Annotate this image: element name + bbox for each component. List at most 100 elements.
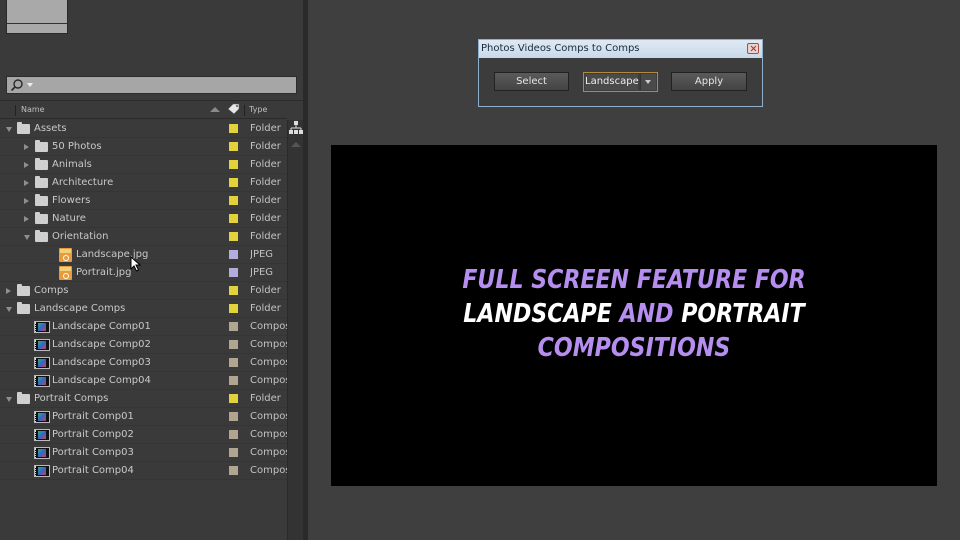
project-item-comp[interactable]: Portrait Comp03 Composition: [0, 444, 287, 462]
orientation-dropdown[interactable]: Landscape: [583, 72, 658, 92]
composition-text-line: LANDSCAPE AND PORTRAIT: [376, 297, 891, 331]
twirl-collapsed-icon[interactable]: [24, 216, 29, 222]
composition-icon: [34, 429, 50, 441]
image-file-icon: [59, 248, 72, 262]
apply-button[interactable]: Apply: [671, 72, 747, 91]
twirl-collapsed-icon[interactable]: [24, 162, 29, 168]
label-color-swatch[interactable]: [229, 430, 238, 439]
label-color-swatch[interactable]: [229, 268, 238, 277]
image-file-icon: [59, 266, 72, 280]
dropdown-value: Landscape: [585, 74, 639, 90]
twirl-collapsed-icon[interactable]: [24, 198, 29, 204]
sort-ascending-icon[interactable]: [210, 107, 220, 112]
label-color-swatch[interactable]: [229, 196, 238, 205]
item-type: Folder: [250, 123, 281, 134]
label-color-swatch[interactable]: [229, 232, 238, 241]
label-tag-icon[interactable]: [227, 103, 241, 115]
project-item-jpeg[interactable]: Portrait.jpg JPEG: [0, 264, 287, 282]
label-color-swatch[interactable]: [229, 304, 238, 313]
project-item-comp[interactable]: Landscape Comp01 Composition: [0, 318, 287, 336]
project-item-folder[interactable]: Animals Folder: [0, 156, 287, 174]
twirl-collapsed-icon[interactable]: [24, 144, 29, 150]
project-item-folder[interactable]: Portrait Comps Folder: [0, 390, 287, 408]
twirl-expanded-icon[interactable]: [6, 397, 12, 402]
project-item-folder[interactable]: Landscape Comps Folder: [0, 300, 287, 318]
project-item-jpeg[interactable]: Landscape.jpg JPEG: [0, 246, 287, 264]
item-type: Composition: [250, 321, 287, 332]
project-item-folder[interactable]: Assets Folder: [0, 120, 287, 138]
project-item-folder[interactable]: Nature Folder: [0, 210, 287, 228]
label-color-swatch[interactable]: [229, 322, 238, 331]
label-color-swatch[interactable]: [229, 376, 238, 385]
composition-icon: [34, 321, 50, 333]
project-thumbnail: [6, 0, 68, 34]
close-icon[interactable]: [747, 43, 759, 54]
folder-icon: [17, 392, 30, 404]
search-icon: [10, 79, 23, 92]
select-button[interactable]: Select: [494, 72, 569, 91]
label-color-swatch[interactable]: [229, 214, 238, 223]
project-item-comp[interactable]: Portrait Comp04 Composition: [0, 462, 287, 480]
item-name: Orientation: [52, 231, 109, 242]
project-search-input[interactable]: [6, 76, 297, 94]
twirl-expanded-icon[interactable]: [6, 127, 12, 132]
label-color-swatch[interactable]: [229, 448, 238, 457]
label-color-swatch[interactable]: [229, 250, 238, 259]
project-scrollbar[interactable]: [287, 120, 303, 540]
twirl-expanded-icon[interactable]: [24, 235, 30, 240]
project-item-folder[interactable]: Comps Folder: [0, 282, 287, 300]
composition-canvas[interactable]: FULL SCREEN FEATURE FOR LANDSCAPE AND POR…: [331, 145, 937, 486]
project-item-comp[interactable]: Landscape Comp04 Composition: [0, 372, 287, 390]
column-type[interactable]: Type: [249, 105, 267, 114]
twirl-collapsed-icon[interactable]: [24, 180, 29, 186]
project-item-comp[interactable]: Landscape Comp02 Composition: [0, 336, 287, 354]
item-type: Folder: [250, 393, 281, 404]
item-type: Folder: [250, 195, 281, 206]
item-type: Composition: [250, 411, 287, 422]
item-name: Portrait Comp02: [52, 429, 134, 440]
project-item-comp[interactable]: Landscape Comp03 Composition: [0, 354, 287, 372]
folder-icon: [17, 284, 30, 296]
composition-icon: [34, 411, 50, 423]
item-name: Landscape Comps: [34, 303, 126, 314]
composition-text-segment: COMPOSITIONS: [537, 333, 731, 363]
label-color-swatch[interactable]: [229, 466, 238, 475]
item-name: Portrait.jpg: [76, 267, 132, 278]
scroll-up-arrow-icon[interactable]: [291, 142, 301, 147]
item-name: Animals: [52, 159, 92, 170]
project-item-folder[interactable]: Architecture Folder: [0, 174, 287, 192]
dialog-title: Photos Videos Comps to Comps: [481, 43, 640, 54]
item-name: Architecture: [52, 177, 114, 188]
project-item-list: Assets Folder 50 Photos Folder Animals Folder…: [0, 120, 287, 480]
project-item-comp[interactable]: Portrait Comp01 Composition: [0, 408, 287, 426]
item-name: Landscape Comp03: [52, 357, 151, 368]
item-name: Portrait Comp04: [52, 465, 134, 476]
item-type: Folder: [250, 177, 281, 188]
item-name: 50 Photos: [52, 141, 102, 152]
twirl-collapsed-icon[interactable]: [6, 288, 11, 294]
item-type: Composition: [250, 375, 287, 386]
label-color-swatch[interactable]: [229, 340, 238, 349]
label-color-swatch[interactable]: [229, 160, 238, 169]
project-item-folder[interactable]: Orientation Folder: [0, 228, 287, 246]
search-dropdown-caret-icon[interactable]: [27, 83, 33, 87]
label-color-swatch[interactable]: [229, 286, 238, 295]
label-color-swatch[interactable]: [229, 358, 238, 367]
label-color-swatch[interactable]: [229, 394, 238, 403]
column-name[interactable]: Name: [21, 105, 45, 114]
project-item-folder[interactable]: 50 Photos Folder: [0, 138, 287, 156]
composition-text-segment: PORTRAIT: [673, 299, 805, 329]
mouse-cursor-icon: [130, 256, 142, 272]
label-color-swatch[interactable]: [229, 124, 238, 133]
flowchart-icon[interactable]: [289, 120, 303, 136]
label-color-swatch[interactable]: [229, 178, 238, 187]
label-color-swatch[interactable]: [229, 142, 238, 151]
twirl-expanded-icon[interactable]: [6, 307, 12, 312]
project-item-comp[interactable]: Portrait Comp02 Composition: [0, 426, 287, 444]
item-type: JPEG: [250, 267, 274, 278]
label-color-swatch[interactable]: [229, 412, 238, 421]
dialog-titlebar[interactable]: Photos Videos Comps to Comps: [479, 40, 762, 58]
project-item-folder[interactable]: Flowers Folder: [0, 192, 287, 210]
item-type: Folder: [250, 213, 281, 224]
item-name: Comps: [34, 285, 69, 296]
